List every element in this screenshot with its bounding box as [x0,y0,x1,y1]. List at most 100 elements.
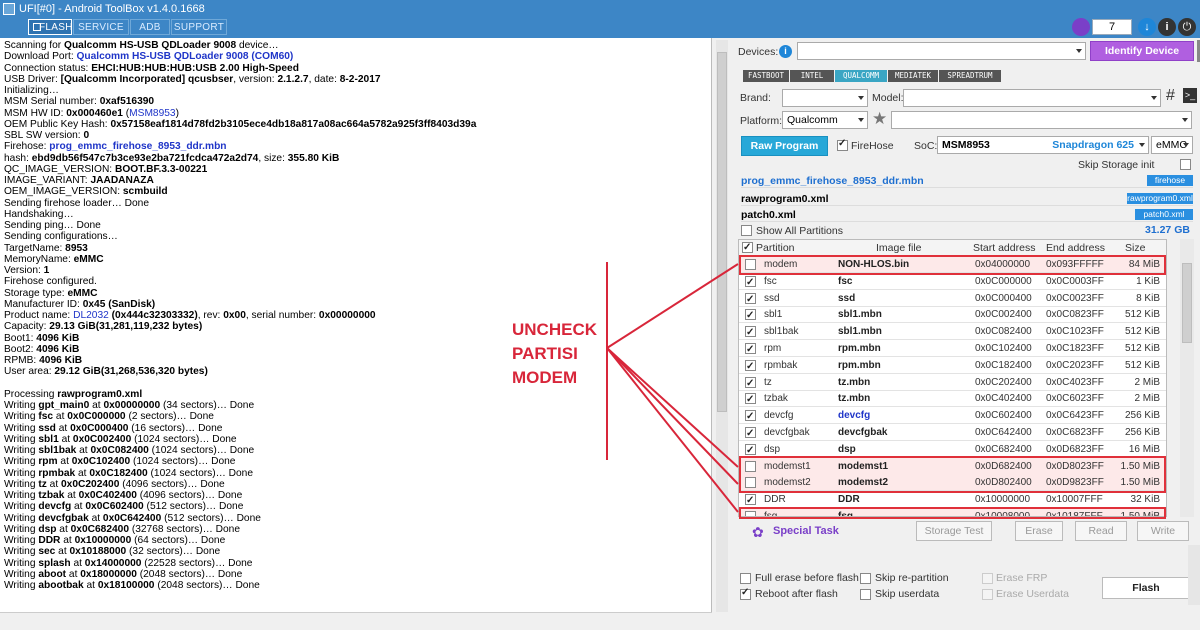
erase-userdata-checkbox[interactable] [982,589,993,600]
partition-name: devcfg [764,410,794,422]
platform-tab-intel[interactable]: INTEL [790,70,834,82]
col-partition[interactable]: Partition [756,240,795,256]
platform-tab-spreadtrum[interactable]: SPREADTRUM [939,70,1001,82]
col-size[interactable]: Size [1125,240,1145,256]
storage-type-select[interactable]: eMMC [1151,136,1193,154]
partition-checkbox[interactable] [745,274,756,291]
platform-tab-mediatek[interactable]: MEDIATEK [888,70,938,82]
partition-row-tz[interactable]: tz tz.mbn 0x0C202400 0x0C4023FF 2 MiB [739,374,1166,392]
power-icon[interactable]: ⏻ [1178,18,1196,36]
devices-select[interactable] [797,42,1086,60]
tab-flash[interactable]: FLASH [28,19,72,35]
info-icon[interactable]: i [1158,18,1176,36]
rawprogram-file[interactable]: rawprogram0.xml [741,193,829,205]
partition-scroll-thumb[interactable] [1182,263,1192,343]
partition-end: 0x0C1823FF [1046,343,1104,354]
erase-button[interactable]: Erase [1015,521,1063,541]
partition-name: fsc [764,275,777,287]
identify-device-button[interactable]: Identify Device [1090,41,1194,61]
write-button[interactable]: Write [1137,521,1189,541]
skip-repartition-checkbox[interactable] [860,573,871,584]
log-line: Writing ssd at 0x0C000400 (16 sectors)… … [4,422,223,434]
firehose-file[interactable]: prog_emmc_firehose_8953_ddr.mbn [741,175,924,187]
partition-checkbox[interactable] [745,291,756,308]
tab-service[interactable]: SERVICE [73,19,129,35]
model-label: Model: [872,92,904,104]
partition-checkbox[interactable] [745,442,756,459]
total-size: 31.27 GB [1145,224,1190,236]
log-line: hash: ebd9db56f547c7b3ce93e2ba721fcdca47… [4,152,340,164]
terminal-icon[interactable]: >_ [1183,88,1197,103]
partition-checkbox[interactable] [745,341,756,358]
partition-row-ssd[interactable]: ssd ssd 0x0C000400 0x0C0023FF 8 KiB [739,290,1166,308]
read-button[interactable]: Read [1075,521,1127,541]
firehose-checkbox[interactable] [837,138,848,151]
partition-row-devcfg[interactable]: devcfg devcfg 0x0C602400 0x0C6423FF 256 KiB [739,407,1166,425]
partition-row-fsc[interactable]: fsc fsc 0x0C000000 0x0C0003FF 1 KiB [739,273,1166,291]
show-all-partitions-checkbox[interactable] [741,225,752,236]
model-select[interactable] [903,89,1161,107]
select-all-checkbox[interactable] [742,240,753,256]
partition-table-scrollbar[interactable] [1180,239,1194,517]
partition-row-tzbak[interactable]: tzbak tz.mbn 0x0C402400 0x0C6023FF 2 MiB [739,390,1166,408]
storage-test-button[interactable]: Storage Test [916,521,992,541]
partition-image: sbl1.mbn [838,326,882,338]
tab-support[interactable]: SUPPORT [171,19,227,35]
partition-start: 0x0C182400 [975,359,1032,371]
app-icon [3,3,15,15]
partition-row-devcfgbak[interactable]: devcfgbak devcfgbak 0x0C642400 0x0C6823FF 25… [739,424,1166,442]
soc-select[interactable]: MSM8953 Snapdragon 625 [937,136,1149,154]
partition-checkbox[interactable] [745,492,756,509]
col-end-address[interactable]: End address [1046,240,1105,256]
platform-select[interactable]: Qualcomm [782,111,868,129]
full-erase-checkbox[interactable] [740,573,751,584]
skip-storage-label: Skip Storage init [1078,159,1155,171]
star-icon[interactable]: ★ [872,109,887,129]
log-scroll-thumb[interactable] [717,52,727,412]
flash-button[interactable]: Flash [1102,577,1190,599]
partition-checkbox[interactable] [745,391,756,408]
skip-storage-checkbox[interactable] [1180,159,1191,170]
right-edge-scrollbar[interactable] [1188,545,1200,605]
platform-tab-fastboot[interactable]: FASTBOOT [743,70,789,82]
partition-checkbox[interactable] [745,408,756,425]
reboot-after-flash-checkbox[interactable] [740,587,751,600]
skip-userdata-checkbox[interactable] [860,589,871,600]
special-task-link[interactable]: Special Task [773,525,839,537]
chevron-down-icon [1182,118,1188,122]
erase-frp-checkbox[interactable] [982,573,993,584]
partition-checkbox[interactable] [745,307,756,324]
partition-checkbox[interactable] [745,375,756,392]
patch-file[interactable]: patch0.xml [741,209,796,221]
partition-row-rpmbak[interactable]: rpmbak rpm.mbn 0x0C182400 0x0C2023FF 512 KiB [739,357,1166,375]
col-image-file[interactable]: Image file [876,240,922,256]
brand-select[interactable] [782,89,868,107]
log-line: Firehose: prog_emmc_firehose_8953_ddr.mb… [4,141,227,153]
download-icon[interactable]: ↓ [1138,18,1156,36]
partition-row-sbl1[interactable]: sbl1 sbl1.mbn 0x0C002400 0x0C0823FF 512 KiB [739,306,1166,324]
tab-adb[interactable]: ADB [130,19,170,35]
devices-info-icon[interactable]: i [779,45,792,58]
partition-row-rpm[interactable]: rpm rpm.mbn 0x0C102400 0x0C1823FF 512 KiB [739,340,1166,358]
log-vertical-scrollbar[interactable] [716,40,728,612]
partition-row-DDR[interactable]: DDR DDR 0x10000000 0x10007FFF 32 KiB [739,491,1166,509]
log-horizontal-scrollbar[interactable] [0,612,712,630]
raw-program-button[interactable]: Raw Program [741,136,828,156]
network-icon[interactable] [1072,18,1090,36]
hash-icon[interactable]: # [1166,87,1175,105]
log-line: MSM HW ID: 0x000460e1 (MSM8953) [4,107,179,119]
partition-checkbox[interactable] [745,425,756,442]
highlight-modem-row [739,255,1166,275]
partition-size: 512 KiB [1124,343,1160,354]
col-start-address[interactable]: Start address [973,240,1035,256]
platform-tab-qualcomm[interactable]: QUALCOMM [835,70,887,82]
partition-row-sbl1bak[interactable]: sbl1bak sbl1.mbn 0x0C082400 0x0C1023FF 512 K… [739,323,1166,341]
skip-userdata-label: Skip userdata [875,588,940,600]
log-line: Writing sec at 0x10188000 (32 sectors)… … [4,546,221,558]
partition-name: ssd [764,292,780,304]
model-search-select[interactable] [891,111,1192,129]
partition-checkbox[interactable] [745,358,756,375]
highlight-fsg-row [739,507,1166,519]
partition-image: ssd [838,292,856,304]
partition-checkbox[interactable] [745,324,756,341]
